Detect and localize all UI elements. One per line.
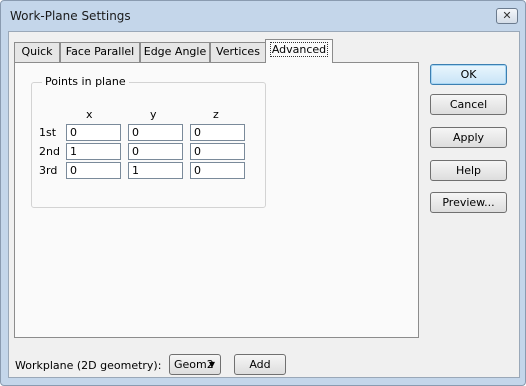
window-title: Work-Plane Settings xyxy=(10,9,131,23)
point2-x-field[interactable]: 1 xyxy=(66,143,121,160)
workplane-label: Workplane (2D geometry): xyxy=(15,359,162,372)
tab-edge-angle-label: Edge Angle xyxy=(143,45,207,58)
preview-button[interactable]: Preview... xyxy=(430,192,507,213)
column-header-y: y xyxy=(150,108,157,121)
row-label-2nd: 2nd xyxy=(39,145,60,158)
point1-y-field[interactable]: 0 xyxy=(128,124,183,141)
point3-z-field[interactable]: 0 xyxy=(190,162,245,179)
tab-vertices[interactable]: Vertices xyxy=(210,42,266,62)
tab-advanced[interactable]: Advanced xyxy=(265,39,333,63)
row-label-3rd: 3rd xyxy=(39,164,58,177)
tab-quick-label: Quick xyxy=(21,45,53,58)
group-title: Points in plane xyxy=(42,75,129,88)
row-label-1st: 1st xyxy=(39,126,57,139)
point1-z-field[interactable]: 0 xyxy=(190,124,245,141)
title-bar[interactable]: Work-Plane Settings ✕ xyxy=(1,1,525,31)
column-header-z: z xyxy=(213,108,219,121)
tab-face-parallel[interactable]: Face Parallel xyxy=(60,42,140,62)
point3-y-field[interactable]: 1 xyxy=(128,162,183,179)
ok-button[interactable]: OK xyxy=(430,64,507,85)
workplane-select-value: Geom2 xyxy=(174,358,214,371)
chevron-down-icon: ▼ xyxy=(208,360,215,369)
point3-x-field[interactable]: 0 xyxy=(66,162,121,179)
points-in-plane-group: Points in plane x y z 1st 0 0 0 2nd 1 0 … xyxy=(31,75,266,208)
column-header-x: x xyxy=(86,108,93,121)
point1-x-field[interactable]: 0 xyxy=(66,124,121,141)
dialog-client-area: Quick Face Parallel Edge Angle Vertices … xyxy=(8,31,520,378)
cancel-button[interactable]: Cancel xyxy=(430,94,507,115)
help-button[interactable]: Help xyxy=(430,160,507,181)
close-button[interactable]: ✕ xyxy=(496,8,518,24)
tab-edge-angle[interactable]: Edge Angle xyxy=(140,42,210,62)
tab-panel-advanced: Points in plane x y z 1st 0 0 0 2nd 1 0 … xyxy=(14,62,419,338)
dialog-window: Work-Plane Settings ✕ Quick Face Paralle… xyxy=(0,0,526,386)
workplane-select[interactable]: Geom2 ▼ xyxy=(169,354,221,375)
tab-face-parallel-label: Face Parallel xyxy=(65,45,135,58)
tab-advanced-label: Advanced xyxy=(269,42,329,57)
close-icon: ✕ xyxy=(502,9,512,22)
point2-y-field[interactable]: 0 xyxy=(128,143,183,160)
add-button[interactable]: Add xyxy=(234,354,286,375)
tab-quick[interactable]: Quick xyxy=(14,42,60,62)
apply-button[interactable]: Apply xyxy=(430,127,507,148)
tab-vertices-label: Vertices xyxy=(216,45,260,58)
point2-z-field[interactable]: 0 xyxy=(190,143,245,160)
